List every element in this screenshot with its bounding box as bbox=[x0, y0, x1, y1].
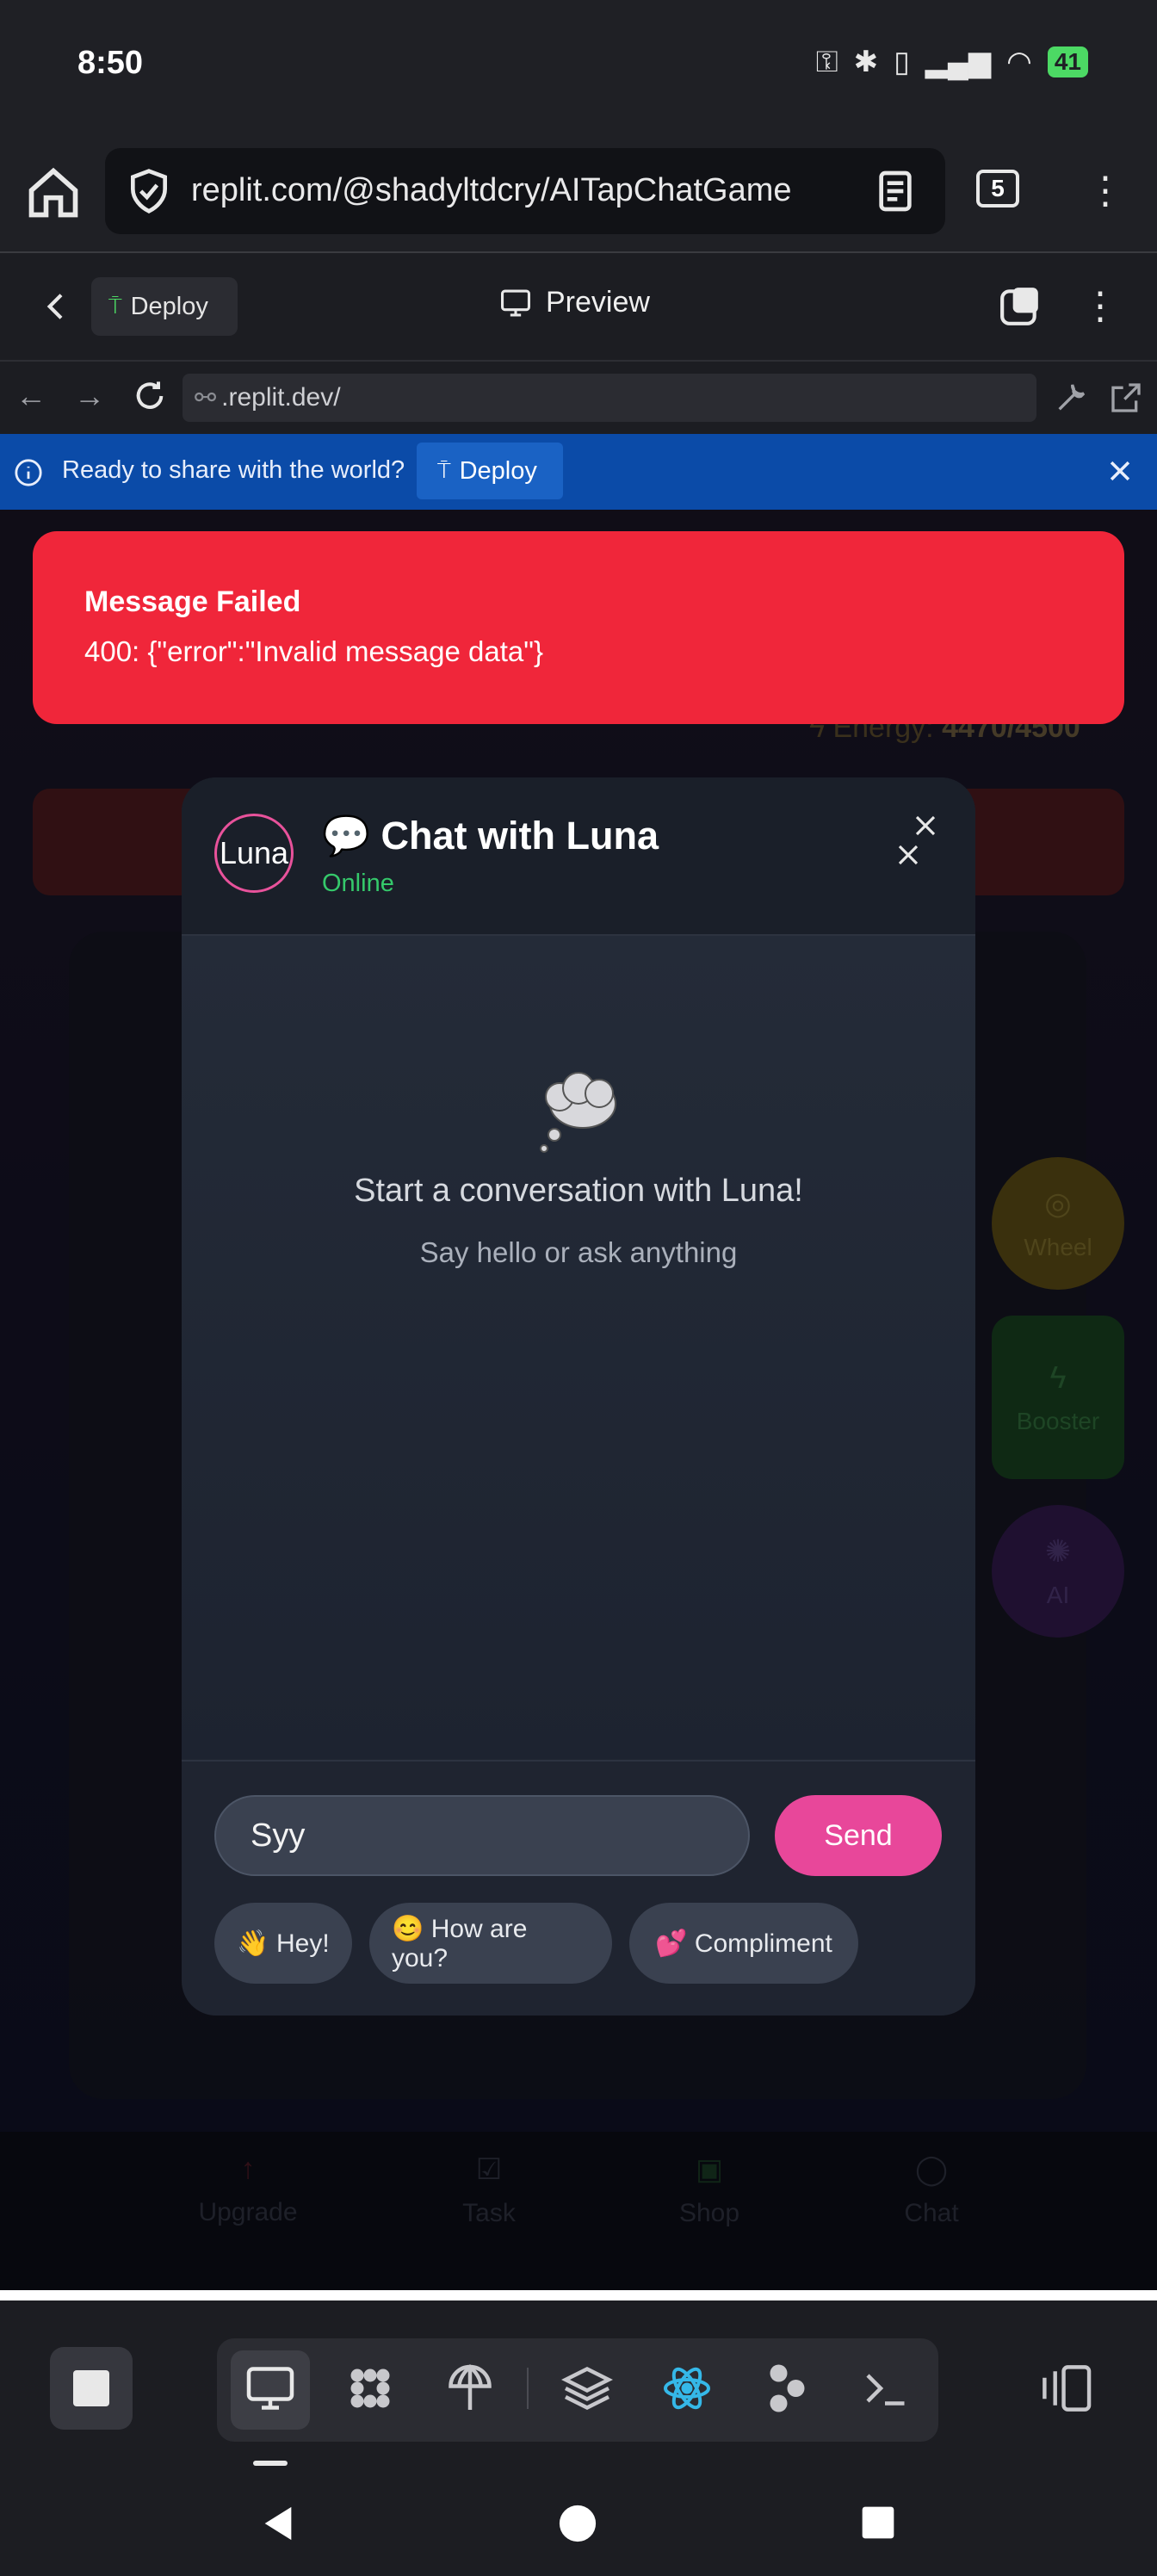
layers-icon[interactable] bbox=[561, 2362, 613, 2414]
vibrate-icon: ▯ bbox=[894, 46, 910, 78]
empty-state-title: Start a conversation with Luna! bbox=[354, 1173, 803, 1209]
quick-reply-compliment[interactable]: 💕 Compliment bbox=[629, 1903, 858, 1984]
link-icon: ⚯ bbox=[195, 383, 217, 412]
shield-check-icon[interactable] bbox=[125, 167, 173, 215]
close-icon[interactable] bbox=[913, 813, 938, 839]
reader-icon[interactable] bbox=[871, 167, 919, 215]
preview-url-text: .replit.dev/ bbox=[221, 383, 341, 412]
chat-messages-area bbox=[182, 936, 975, 1759]
split-pane-icon[interactable] bbox=[999, 284, 1042, 327]
divider bbox=[0, 2290, 1157, 2300]
browser-menu-icon[interactable]: ⋮ bbox=[1086, 167, 1124, 215]
status-icons: ⚿ ✱ ▯ ▂▄▆ ◠ 41 bbox=[816, 45, 1088, 79]
layout-toggle-icon[interactable] bbox=[1038, 2362, 1093, 2414]
bluetooth-icon: ✱ bbox=[853, 46, 879, 78]
toast-title: Message Failed bbox=[84, 585, 301, 618]
online-status: Online bbox=[322, 870, 394, 897]
send-button[interactable]: Send bbox=[775, 1795, 942, 1876]
react-icon[interactable] bbox=[661, 2362, 713, 2414]
arrow-right-icon[interactable]: → bbox=[72, 379, 107, 413]
chevron-left-icon[interactable] bbox=[40, 287, 74, 326]
apps-icon[interactable] bbox=[344, 2362, 396, 2414]
tab-switcher-button[interactable]: 5 bbox=[976, 170, 1019, 207]
refresh-icon[interactable] bbox=[133, 379, 167, 413]
deploy-icon[interactable] bbox=[444, 2362, 496, 2414]
banner-deploy-button[interactable]: ⍑ Deploy bbox=[417, 443, 563, 499]
back-icon[interactable] bbox=[258, 2504, 298, 2543]
home-circle-icon[interactable] bbox=[558, 2504, 597, 2543]
tool-separator bbox=[527, 2368, 529, 2409]
url-text[interactable]: replit.com/@shadyltdcry/AITapChatGame bbox=[191, 172, 792, 209]
message-input[interactable] bbox=[214, 1795, 750, 1876]
recents-icon[interactable] bbox=[861, 2505, 895, 2540]
close-modal-icon[interactable] bbox=[895, 842, 921, 868]
status-time: 8:50 bbox=[77, 45, 144, 81]
toast-message: 400: {"error":"Invalid message data"} bbox=[84, 635, 543, 667]
agent-icon[interactable] bbox=[759, 2362, 811, 2414]
deploy-icon: ⍑ bbox=[108, 293, 122, 319]
preview-title: Preview bbox=[499, 286, 650, 319]
input-divider bbox=[182, 1760, 975, 1762]
stop-button[interactable] bbox=[50, 2347, 133, 2430]
signal-icon: ▂▄▆ bbox=[925, 46, 992, 78]
key-icon: ⚿ bbox=[815, 45, 838, 78]
deploy-icon: ⍑ bbox=[437, 457, 451, 483]
active-tab-indicator bbox=[253, 2461, 288, 2466]
home-icon[interactable] bbox=[24, 164, 83, 222]
arrow-left-icon[interactable]: ← bbox=[14, 379, 48, 413]
monitor-icon[interactable] bbox=[244, 2362, 296, 2414]
quick-reply-hey[interactable]: 👋 Hey! bbox=[214, 1903, 352, 1984]
empty-state-subtitle: Say hello or ask anything bbox=[419, 1236, 738, 1268]
quick-reply-how-are-you[interactable]: 😊 How are you? bbox=[369, 1903, 612, 1984]
error-toast[interactable] bbox=[33, 531, 1124, 724]
terminal-icon[interactable] bbox=[859, 2362, 911, 2414]
deploy-button[interactable]: ⍑ Deploy bbox=[91, 277, 238, 336]
close-icon[interactable] bbox=[1105, 456, 1135, 486]
chat-title: 💬 Chat with Luna bbox=[322, 814, 659, 858]
more-options-icon[interactable]: ⋮ bbox=[1081, 281, 1119, 332]
preview-label: Preview bbox=[546, 286, 650, 319]
banner-deploy-label: Deploy bbox=[459, 456, 537, 485]
avatar: Luna bbox=[214, 814, 294, 893]
banner-text: Ready to share with the world? bbox=[62, 456, 405, 484]
info-icon bbox=[15, 459, 42, 486]
wrench-icon[interactable] bbox=[1054, 381, 1088, 415]
wifi-icon: ◠ bbox=[1006, 46, 1032, 78]
monitor-icon bbox=[501, 289, 530, 316]
battery-icon: 41 bbox=[1047, 46, 1088, 77]
preview-url-input[interactable]: ⚯ .replit.dev/ bbox=[183, 374, 1036, 422]
external-link-icon[interactable] bbox=[1109, 381, 1143, 415]
stop-icon bbox=[73, 2370, 109, 2406]
thought-bubble-icon bbox=[540, 1072, 616, 1153]
deploy-label: Deploy bbox=[130, 292, 208, 320]
